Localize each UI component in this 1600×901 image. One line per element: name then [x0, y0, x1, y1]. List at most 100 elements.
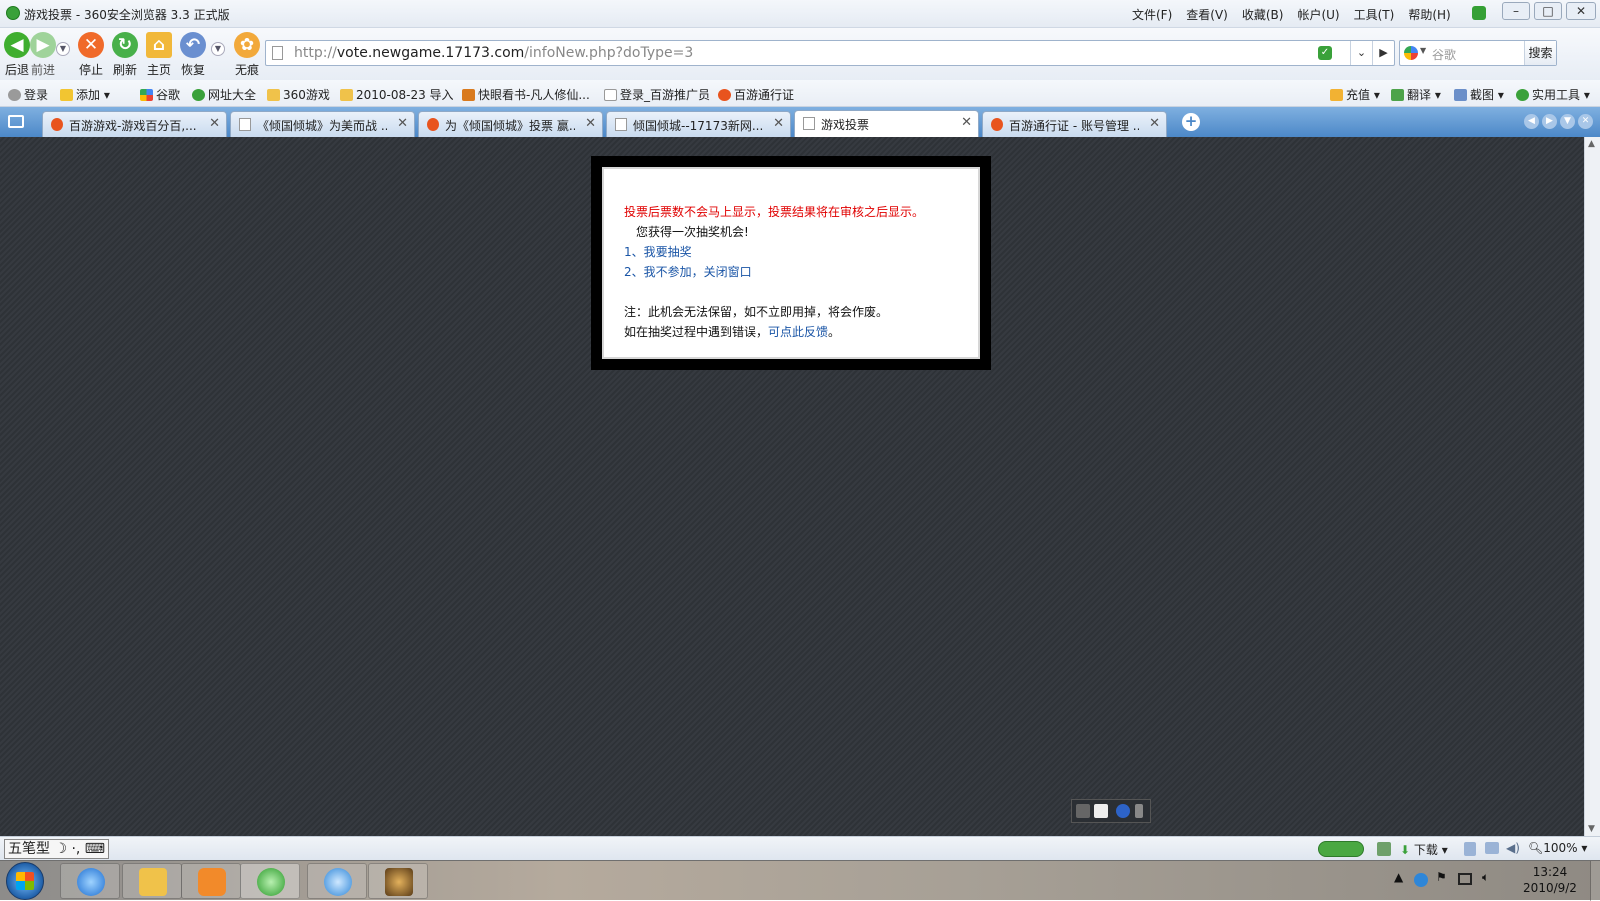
- search-button[interactable]: 搜索: [1524, 41, 1556, 65]
- fav-url-directory[interactable]: 网址大全: [192, 86, 256, 103]
- window-tool-icon[interactable]: [1485, 842, 1499, 854]
- menu-tools[interactable]: 工具(T): [1354, 6, 1395, 23]
- folder-icon: [267, 89, 280, 101]
- ime-tray-icon[interactable]: [1414, 873, 1428, 887]
- ime-menu-icon[interactable]: [1135, 804, 1143, 818]
- incognito-button[interactable]: ✿ 无痕: [230, 30, 264, 78]
- menu-favorites[interactable]: 收藏(B): [1242, 6, 1284, 23]
- star-icon: [60, 89, 73, 101]
- address-url[interactable]: http://vote.newgame.17173.com/infoNew.ph…: [294, 45, 693, 61]
- close-tab-icon[interactable]: ✕: [209, 116, 220, 131]
- tab-qingguo-fight[interactable]: 《倾国倾城》为美而战 ... ✕: [230, 111, 415, 137]
- close-tab-icon[interactable]: ✕: [585, 116, 596, 131]
- recharge-tool[interactable]: 充值 ▾: [1330, 86, 1380, 103]
- feedback-link[interactable]: 可点此反馈: [768, 325, 828, 339]
- zoom-control[interactable]: 🔍︎100% ▾: [1528, 841, 1587, 855]
- ime-grip-icon[interactable]: [1076, 804, 1090, 818]
- close-current-tab-icon[interactable]: ✕: [1578, 114, 1593, 129]
- close-window-button[interactable]: ✕: [1566, 2, 1596, 20]
- close-tab-icon[interactable]: ✕: [397, 116, 408, 131]
- fav-import[interactable]: 2010-08-23 导入: [340, 86, 454, 103]
- google-logo-icon[interactable]: [1404, 46, 1418, 60]
- close-tab-icon[interactable]: ✕: [773, 116, 784, 131]
- tab-label: 百游游戏-游戏百分百,...: [69, 119, 197, 133]
- scissors-icon: [1454, 89, 1467, 101]
- ime-status[interactable]: 五笔型 ☽ ·, ⌨: [4, 839, 110, 859]
- stop-button[interactable]: ✕ 停止: [74, 30, 108, 78]
- scroll-down-icon[interactable]: ▼: [1588, 824, 1595, 834]
- new-tab-button[interactable]: +: [1182, 113, 1200, 131]
- menu-file[interactable]: 文件(F): [1132, 6, 1172, 23]
- close-tab-icon[interactable]: ✕: [1149, 116, 1160, 131]
- restore-dropdown-icon[interactable]: ▼: [211, 42, 225, 56]
- taskbar-360-browser[interactable]: [240, 863, 300, 899]
- utilities-tool[interactable]: 实用工具 ▾: [1516, 86, 1590, 103]
- ime-dictionary-icon[interactable]: [1094, 804, 1108, 818]
- taskbar-explorer[interactable]: [122, 863, 182, 899]
- minimize-button[interactable]: –: [1502, 2, 1530, 20]
- skin-icon[interactable]: [1472, 6, 1486, 20]
- scroll-tabs-left-icon[interactable]: ◀: [1524, 114, 1539, 129]
- tab-baiyou-account[interactable]: 百游通行证 - 账号管理 ... ✕: [982, 111, 1167, 137]
- maximize-button[interactable]: □: [1534, 2, 1562, 20]
- fav-add[interactable]: 添加 ▾: [60, 86, 110, 103]
- address-bar[interactable]: http://vote.newgame.17173.com/infoNew.ph…: [265, 40, 1395, 66]
- network-tray-icon[interactable]: [1458, 873, 1472, 885]
- show-hidden-icons[interactable]: ▲: [1394, 870, 1403, 884]
- security-shield-icon[interactable]: ✓: [1318, 46, 1332, 60]
- vertical-scrollbar[interactable]: ▲ ▼: [1584, 137, 1600, 836]
- screenshot-tool[interactable]: 截图 ▾: [1454, 86, 1504, 103]
- action-center-flag-icon[interactable]: ⚑: [1436, 870, 1447, 884]
- join-lottery-link[interactable]: 1、我要抽奖: [624, 243, 692, 260]
- scroll-tabs-right-icon[interactable]: ▶: [1542, 114, 1557, 129]
- search-box[interactable]: ▼ 谷歌 搜索: [1399, 40, 1557, 66]
- tab-list-icon[interactable]: ▼: [1560, 114, 1575, 129]
- fav-google[interactable]: 谷歌: [140, 86, 180, 103]
- google-icon: [140, 89, 153, 101]
- system-clock[interactable]: 13:24 2010/9/2: [1510, 864, 1590, 896]
- menu-help[interactable]: 帮助(H): [1408, 6, 1450, 23]
- sound-icon[interactable]: ◀): [1506, 841, 1520, 855]
- go-arrow-icon[interactable]: ▶: [1372, 41, 1394, 65]
- start-button[interactable]: [6, 862, 44, 900]
- tab-qingguo-17173[interactable]: 倾国倾城--17173新网... ✕: [606, 111, 791, 137]
- volume-icon[interactable]: 🔈︎: [1482, 870, 1489, 885]
- help-icon[interactable]: [1116, 804, 1130, 818]
- fav-login[interactable]: 登录: [8, 86, 48, 103]
- search-input[interactable]: 谷歌: [1432, 46, 1456, 63]
- menu-view[interactable]: 查看(V): [1186, 6, 1228, 23]
- network-icon[interactable]: [1377, 842, 1391, 856]
- taskbar-media-player[interactable]: [181, 863, 241, 899]
- sidebar-toggle-icon[interactable]: [8, 115, 24, 128]
- fav-kuaiyan[interactable]: 快眼看书-凡人修仙...: [462, 86, 590, 103]
- home-button[interactable]: ⌂ 主页: [142, 30, 176, 78]
- address-dropdown-icon[interactable]: ⌄: [1350, 41, 1372, 65]
- menu-account[interactable]: 帐户(U): [1297, 6, 1339, 23]
- refresh-button[interactable]: ↻ 刷新: [108, 30, 142, 78]
- decline-close-link[interactable]: 2、我不参加，关闭窗口: [624, 263, 752, 280]
- fav-baiyou-passport[interactable]: 百游通行证: [718, 86, 794, 103]
- translate-icon: [1391, 89, 1404, 101]
- taskbar-ie[interactable]: [60, 863, 120, 899]
- page-tool-icon[interactable]: [1464, 842, 1476, 856]
- tab-game-vote[interactable]: 游戏投票 ✕: [794, 110, 979, 137]
- taskbar-game[interactable]: [368, 863, 428, 899]
- search-engine-dropdown-icon[interactable]: ▼: [1420, 46, 1426, 55]
- stop-label: 停止: [78, 63, 103, 77]
- close-tab-icon[interactable]: ✕: [961, 115, 972, 130]
- download-button[interactable]: ⬇ 下载 ▾: [1400, 841, 1448, 858]
- forward-button[interactable]: ▶ 前进: [26, 30, 60, 78]
- tab-baiyou-games[interactable]: 百游游戏-游戏百分百,... ✕: [42, 111, 227, 137]
- ime-floating-toolbar: [1071, 799, 1151, 823]
- tab-qingguo-vote[interactable]: 为《倾国倾城》投票 赢... ✕: [418, 111, 603, 137]
- restore-button[interactable]: ↶ 恢复: [176, 30, 210, 78]
- feature-toggle-icon[interactable]: [1318, 841, 1364, 857]
- fav-baiyou-promo[interactable]: 登录_百游推广员: [604, 86, 710, 103]
- scroll-up-icon[interactable]: ▲: [1588, 139, 1595, 149]
- plus-icon: [1516, 89, 1529, 101]
- show-desktop-button[interactable]: [1590, 861, 1600, 901]
- fav-360-games[interactable]: 360游戏: [267, 86, 330, 103]
- history-dropdown-icon[interactable]: ▼: [56, 42, 70, 56]
- taskbar-qq[interactable]: [307, 863, 367, 899]
- translate-tool[interactable]: 翻译 ▾: [1391, 86, 1441, 103]
